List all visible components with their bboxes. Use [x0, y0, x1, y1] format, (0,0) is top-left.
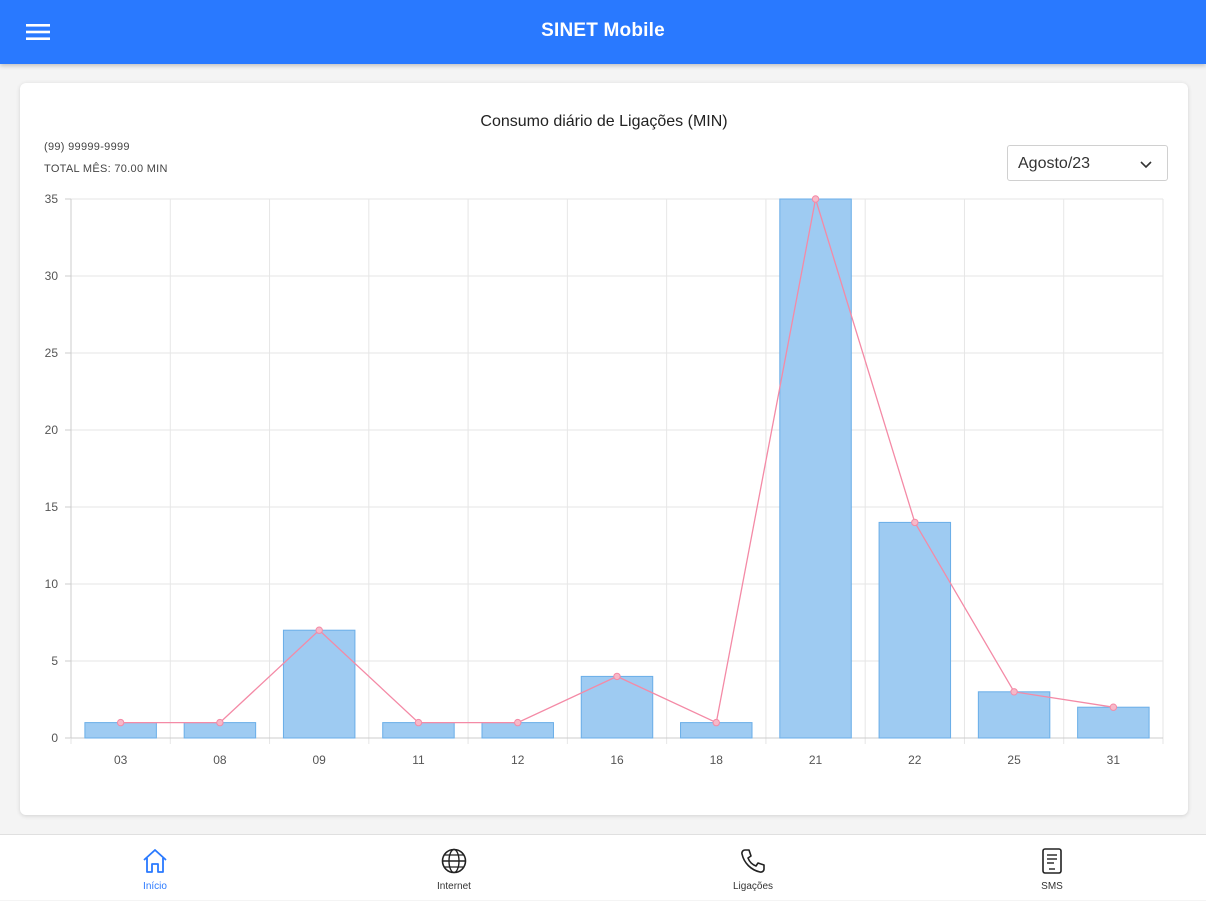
nav-item-inicio[interactable]: Início — [85, 835, 225, 901]
line-point-11 — [414, 718, 423, 727]
globe-icon — [441, 848, 467, 874]
app-bar: SINET Mobile — [0, 0, 1206, 64]
line-point-25 — [1010, 688, 1018, 696]
x-tick-label: 12 — [511, 753, 525, 767]
x-tick-label: 25 — [1007, 753, 1021, 767]
bar-16 — [580, 675, 654, 739]
y-tick-label: 35 — [45, 192, 59, 206]
x-tick-label: 11 — [412, 753, 425, 767]
x-tick-label: 31 — [1107, 753, 1121, 767]
nav-label: Início — [143, 881, 167, 892]
line-point-09 — [315, 626, 323, 634]
line-point-22 — [911, 518, 919, 527]
nav-label: SMS — [1041, 881, 1063, 892]
nav-item-ligacoes[interactable]: Ligações — [683, 835, 823, 901]
x-tick-label: 09 — [313, 753, 327, 767]
chart-canvas: 0 5 10 15 20 25 30 35 03 08 09 11 12 16 18 21 22 25 31 — [45, 192, 1164, 767]
line-point-03 — [116, 718, 125, 727]
y-tick-label: 10 — [45, 577, 59, 591]
bar-22 — [878, 521, 952, 739]
nav-label: Internet — [437, 881, 471, 892]
sms-icon — [1042, 848, 1062, 874]
y-tick-label: 20 — [45, 423, 59, 437]
x-tick-label: 18 — [710, 753, 724, 767]
nav-label: Ligações — [732, 881, 774, 892]
line-point-18 — [712, 718, 720, 727]
x-tick-label: 21 — [809, 753, 823, 767]
x-tick-label: 22 — [908, 753, 922, 767]
y-tick-label: 30 — [45, 269, 59, 283]
nav-item-sms[interactable]: SMS — [982, 835, 1122, 901]
bottom-navigation: Início Internet Ligações SMS — [0, 834, 1206, 900]
y-tick-label: 0 — [51, 731, 58, 745]
line-point-16 — [613, 672, 621, 681]
y-tick-label: 15 — [45, 500, 59, 514]
y-tick-label: 25 — [45, 346, 59, 360]
x-tick-label: 16 — [610, 753, 624, 767]
line-point-08 — [216, 718, 224, 727]
y-tick-label: 5 — [51, 654, 58, 668]
app-title: SINET Mobile — [541, 20, 665, 41]
nav-item-internet[interactable]: Internet — [384, 835, 524, 901]
x-tick-label: 03 — [114, 753, 128, 767]
home-icon — [143, 849, 167, 873]
bar-09 — [282, 629, 356, 739]
phone-icon — [741, 849, 765, 873]
line-point-21 — [811, 195, 820, 203]
line-point-31 — [1109, 703, 1118, 711]
bar-25 — [977, 691, 1051, 739]
line-point-12 — [514, 718, 522, 727]
bar-31 — [1077, 706, 1150, 739]
x-tick-label: 08 — [213, 753, 227, 767]
chart-card: Consumo diário de Ligações (MIN) (99) 99… — [20, 83, 1188, 815]
